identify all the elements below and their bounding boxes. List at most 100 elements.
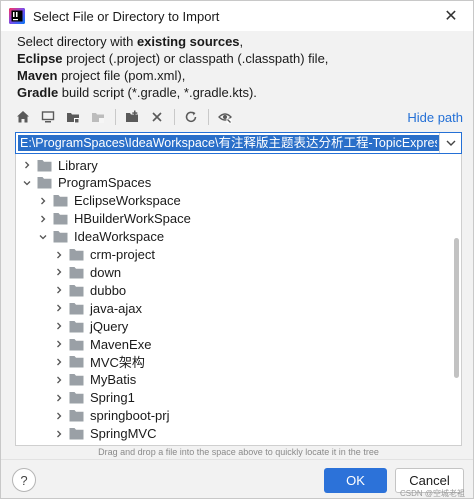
tree-row[interactable]: EclipseWorkspace (16, 192, 461, 210)
tree-row-label: dubbo (90, 282, 127, 298)
folder-icon (69, 391, 84, 404)
home-button[interactable] (11, 106, 35, 128)
chevron-right-icon[interactable] (53, 320, 65, 332)
tree-row-label: EclipseWorkspace (74, 193, 181, 209)
tree-row[interactable]: MVC架构 (16, 353, 461, 371)
chevron-right-icon[interactable] (53, 338, 65, 350)
module-folder-button[interactable] (86, 106, 110, 128)
tree-row-label: IdeaWorkspace (74, 229, 165, 245)
delete-button[interactable] (145, 106, 169, 128)
tree-row-label: MavenExe (90, 336, 152, 352)
refresh-button[interactable] (179, 106, 203, 128)
folder-icon (37, 159, 52, 172)
project-folder-button[interactable] (61, 106, 85, 128)
folder-icon (69, 355, 84, 368)
file-tree[interactable]: Library ProgramSpaces EclipseWorkspace HBui… (15, 154, 462, 446)
folder-icon (69, 320, 84, 333)
tree-row[interactable]: ProgramSpaces (16, 174, 461, 192)
toolbar-separator (115, 109, 116, 125)
title-bar: Select File or Directory to Import ✕ (1, 1, 473, 31)
tree-row-label: MVC架构 (90, 355, 145, 371)
help-button[interactable]: ? (12, 468, 36, 492)
path-combobox[interactable] (15, 132, 462, 154)
close-icon: ✕ (444, 8, 458, 25)
tree-row-label: MyBatis (90, 372, 137, 388)
chevron-down-icon (446, 140, 455, 146)
folder-icon (53, 212, 68, 225)
tree-row-label: jQuery (90, 318, 129, 334)
watermark: CSDN @空城老祖 (399, 489, 465, 498)
folder-icon (69, 338, 84, 351)
tree-row[interactable]: HBuilderWorkSpace (16, 210, 461, 228)
folder-icon (69, 427, 84, 440)
tree-row[interactable]: java-ajax (16, 299, 461, 317)
home-icon (17, 111, 29, 123)
tree-row[interactable]: Spring1 (16, 389, 461, 407)
chevron-right-icon[interactable] (53, 374, 65, 386)
new-folder-icon (126, 110, 138, 122)
path-input[interactable] (18, 135, 439, 151)
tree-row-label: ProgramSpaces (58, 175, 152, 191)
import-dialog: Select File or Directory to Import ✕ Sel… (0, 0, 474, 499)
delete-icon (152, 112, 162, 122)
folder-icon (69, 302, 84, 315)
tree-row[interactable]: dubbo (16, 281, 461, 299)
hide-path-link[interactable]: Hide path (407, 110, 463, 125)
chevron-right-icon[interactable] (53, 266, 65, 278)
chevron-down-icon[interactable] (37, 231, 49, 243)
toolbar-separator (208, 109, 209, 125)
description-line-1: Select directory with existing sources, (17, 34, 244, 49)
tree-row[interactable]: Library (16, 156, 461, 174)
tree-row[interactable]: down (16, 263, 461, 281)
desktop-icon (41, 111, 55, 123)
chevron-right-icon[interactable] (53, 302, 65, 314)
folder-icon (69, 248, 84, 261)
chevron-right-icon[interactable] (53, 410, 65, 422)
tree-row[interactable]: crm-project (16, 246, 461, 264)
desktop-button[interactable] (36, 106, 60, 128)
tree-row-label: Library (58, 157, 98, 173)
close-button[interactable]: ✕ (433, 4, 469, 28)
tree-row-label: HBuilderWorkSpace (74, 211, 191, 227)
folder-icon (53, 230, 68, 243)
tree-row-label: java-ajax (90, 300, 143, 316)
tree-row-label: crm-project (90, 247, 156, 262)
tree-row[interactable]: MyBatis (16, 371, 461, 389)
tree-row[interactable]: MavenExe (16, 335, 461, 353)
dialog-title: Select File or Directory to Import (33, 8, 220, 24)
chevron-right-icon[interactable] (21, 159, 33, 171)
show-hidden-button[interactable] (213, 106, 237, 128)
chevron-right-icon[interactable] (53, 356, 65, 368)
file-chooser-toolbar (11, 105, 465, 129)
tree-row[interactable]: Spring框架 (16, 442, 461, 446)
new-folder-button[interactable] (120, 106, 144, 128)
ok-button[interactable]: OK (324, 468, 387, 493)
chevron-right-icon[interactable] (53, 428, 65, 440)
chevron-right-icon[interactable] (37, 195, 49, 207)
tree-row[interactable]: IdeaWorkspace (16, 228, 461, 246)
tree-row-label: Spring1 (90, 390, 135, 406)
intellij-app-icon (9, 8, 25, 24)
description-line-2: Eclipse project (.project) or classpath … (17, 51, 329, 66)
chevron-right-icon[interactable] (53, 249, 65, 261)
folder-icon (69, 409, 84, 422)
tree-row[interactable]: jQuery (16, 317, 461, 335)
folder-icon (69, 373, 84, 386)
project-folder-icon (67, 113, 79, 123)
drag-drop-hint: Drag and drop a file into the space abov… (98, 447, 379, 457)
tree-row[interactable]: SpringMVC (16, 425, 461, 443)
chevron-right-icon[interactable] (53, 284, 65, 296)
tree-row-label: SpringMVC (90, 426, 157, 441)
chevron-down-icon[interactable] (21, 177, 33, 189)
tree-row-label: springboot-prj (90, 408, 170, 424)
toolbar-separator (174, 109, 175, 125)
chevron-right-icon[interactable] (53, 445, 65, 446)
chevron-right-icon[interactable] (53, 392, 65, 404)
module-folder-icon (92, 113, 104, 123)
tree-row-label: Spring框架 (90, 442, 154, 446)
chevron-right-icon[interactable] (37, 213, 49, 225)
path-history-dropdown[interactable] (439, 133, 461, 153)
description-line-3: Maven project file (pom.xml), (17, 68, 186, 83)
tree-row[interactable]: springboot-prj (16, 407, 461, 425)
show-hidden-icon (218, 113, 232, 124)
